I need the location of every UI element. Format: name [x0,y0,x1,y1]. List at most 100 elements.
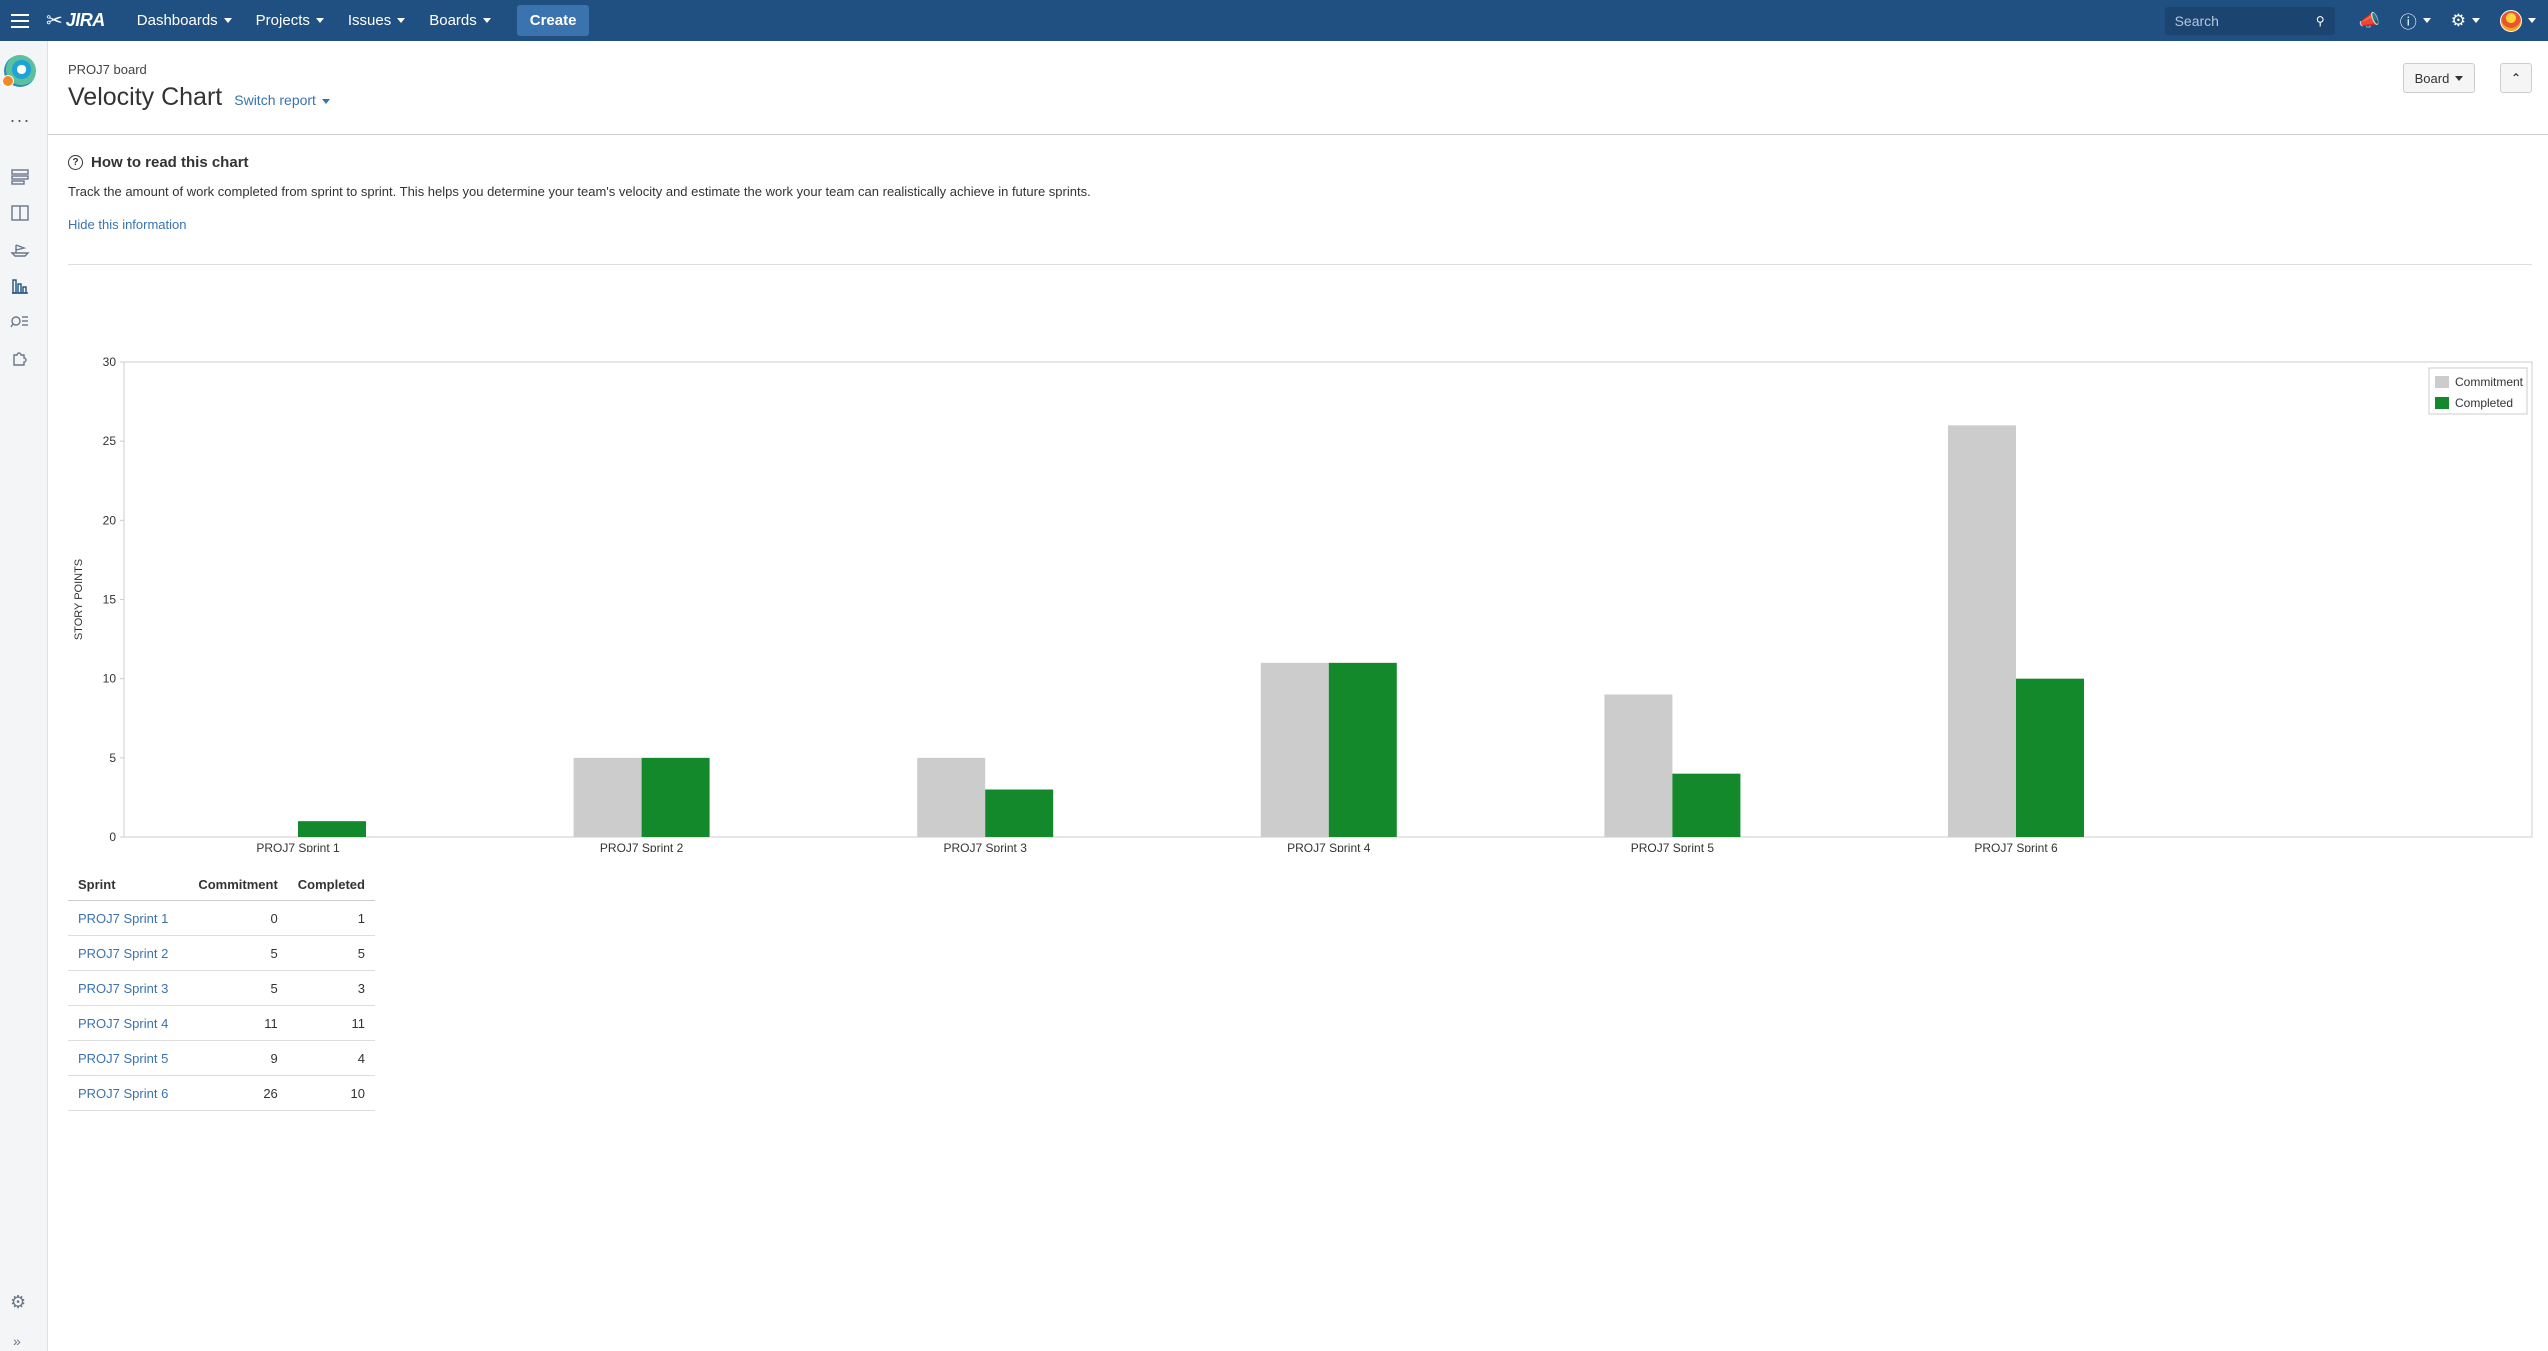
more-options-icon[interactable]: ··· [0,111,40,129]
x-tick-label: PROJ7 Sprint 5 [1631,841,1715,852]
commitment-cell: 5 [188,970,288,1006]
question-circle-icon: ? [68,155,83,170]
completed-cell: 11 [287,1005,375,1041]
search-input[interactable] [2174,12,2300,29]
search-box[interactable]: ⚲ [2164,6,2335,35]
nav-projects-menu[interactable]: Projects [244,0,336,41]
y-tick-label: 0 [109,830,116,844]
completed-cell: 10 [287,1075,375,1111]
jira-logo[interactable]: ✂ JIRA [46,10,105,31]
sprint-link[interactable]: PROJ7 Sprint 6 [68,1075,189,1111]
commitment-cell: 26 [188,1075,288,1111]
notifications-icon[interactable]: 📣 [2349,0,2390,41]
legend-swatch [2435,376,2449,388]
legend-label: Completed [2455,396,2513,410]
issues-search-icon[interactable] [8,309,32,333]
help-menu[interactable]: ⓘ [2390,0,2441,41]
y-tick-label: 30 [103,355,117,369]
sprint-link[interactable]: PROJ7 Sprint 1 [68,900,189,936]
commitment-cell: 9 [188,1040,288,1076]
commitment-bar [1948,425,2016,837]
sprint-link[interactable]: PROJ7 Sprint 4 [68,1005,189,1041]
x-tick-label: PROJ7 Sprint 4 [1287,841,1371,852]
y-tick-label: 15 [103,593,117,607]
x-tick-label: PROJ7 Sprint 1 [256,841,340,852]
nav-boards-menu[interactable]: Boards [417,0,503,41]
commitment-cell: 0 [188,900,288,936]
commitment-bar [917,757,986,837]
info-description: Track the amount of work completed from … [68,184,1091,199]
legend-label: Commitment [2455,375,2524,389]
completed-bar [1328,662,1397,837]
column-header-commitment: Commitment [188,870,288,901]
sprint-link[interactable]: PROJ7 Sprint 2 [68,935,189,971]
table-row: PROJ7 Sprint 4 11 11 [68,1005,375,1041]
chevron-down-icon [321,98,330,104]
switch-report-dropdown[interactable]: Switch report [234,92,330,108]
how-to-read-section: ? How to read this chart Track the amoun… [68,154,2532,234]
commitment-cell: 5 [188,935,288,971]
chevron-down-icon [397,18,406,23]
chevron-down-icon [2422,18,2431,23]
completed-bar [1672,773,1741,837]
column-header-sprint: Sprint [68,870,189,901]
completed-bar [985,789,1054,837]
commitment-cell: 11 [188,1005,288,1041]
chevron-down-icon [2455,75,2464,81]
completed-cell: 5 [287,935,375,971]
sprint-link[interactable]: PROJ7 Sprint 5 [68,1040,189,1076]
commitment-bar [1604,694,1673,837]
table-row: PROJ7 Sprint 2 5 5 [68,935,375,971]
velocity-chart-svg: 0 5 10 15 20 25 30 STORY POINTS PROJ7 Sprint 1 PR… [73,355,2533,855]
board-dropdown-button[interactable]: Board [2403,63,2475,93]
x-tick-label: PROJ7 Sprint 6 [1974,841,2058,852]
settings-menu[interactable]: ⚙ [2441,0,2490,41]
project-sidebar: ··· ⚙ » [0,41,48,1351]
project-settings-gear-icon[interactable]: ⚙ [10,1292,30,1312]
jira-logo-icon: ✂ [46,9,63,32]
x-tick-label: PROJ7 Sprint 2 [600,841,684,852]
board-icon[interactable] [8,201,32,225]
chevron-down-icon [223,18,232,23]
chevron-down-icon [2528,18,2536,23]
backlog-icon[interactable] [8,165,32,189]
legend-swatch [2435,397,2449,409]
help-icon: ⓘ [2399,13,2417,32]
info-divider [68,264,2532,265]
create-issue-button[interactable]: Create [516,5,590,36]
table-row: PROJ7 Sprint 3 5 3 [68,970,375,1006]
user-profile-menu[interactable] [2490,0,2548,41]
page-title: Velocity Chart [68,83,223,111]
reports-icon[interactable] [8,273,32,297]
y-tick-label: 25 [103,434,117,448]
collapse-header-button[interactable]: ⌃ [2500,63,2532,93]
user-avatar [2500,9,2522,32]
header-divider [48,134,2548,135]
chevron-down-icon [482,18,491,23]
settings-gear-icon: ⚙ [2450,10,2466,30]
jira-logo-text: JIRA [65,10,106,30]
completed-bar [298,821,366,837]
commitment-bar [573,757,642,837]
column-header-completed: Completed [287,870,375,901]
search-icon[interactable]: ⚲ [2316,14,2325,28]
page-header: PROJ7 board Velocity Chart Switch report [68,62,330,112]
y-axis-label: STORY POINTS [73,559,85,640]
completed-bar [2016,678,2084,837]
addons-icon[interactable] [8,345,32,369]
nav-dashboards-menu[interactable]: Dashboards [125,0,244,41]
top-nav-right-group: ⚲ 📣 ⓘ ⚙ [2164,0,2548,41]
expand-sidebar-icon[interactable]: » [13,1333,21,1349]
releases-icon[interactable] [8,237,32,261]
hide-information-link[interactable]: Hide this information [68,217,187,232]
chevron-down-icon [315,18,324,23]
nav-issues-menu[interactable]: Issues [336,0,417,41]
y-tick-label: 10 [103,672,117,686]
completed-cell: 1 [287,900,375,936]
breadcrumb[interactable]: PROJ7 board [68,62,330,77]
x-tick-label: PROJ7 Sprint 3 [944,841,1028,852]
table-row: PROJ7 Sprint 5 9 4 [68,1040,375,1076]
velocity-data-table: Sprint Commitment Completed PROJ7 Sprint… [68,870,375,1111]
sprint-link[interactable]: PROJ7 Sprint 3 [68,970,189,1006]
app-switcher-menu-icon[interactable] [0,0,40,41]
